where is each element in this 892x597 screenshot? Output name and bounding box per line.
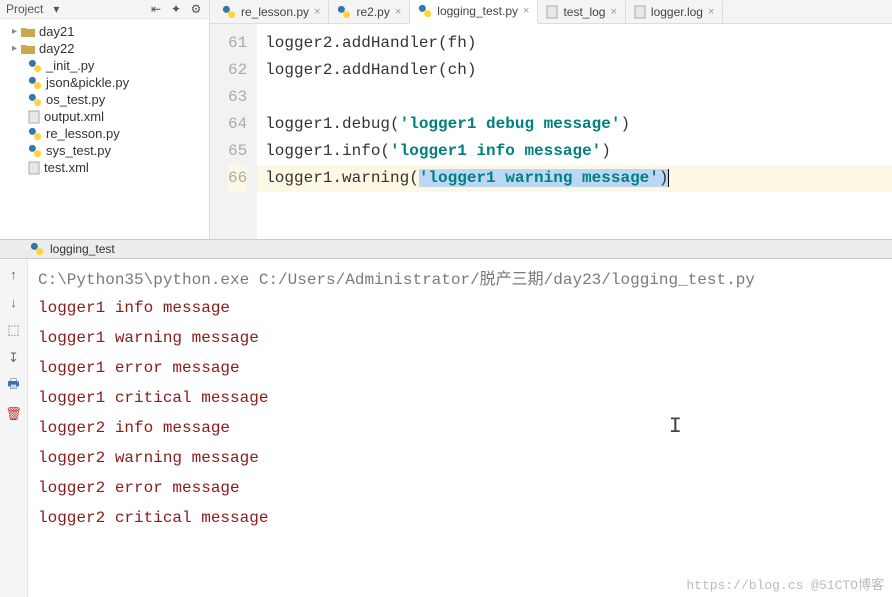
watermark: https://blog.cs @51CTO博客 — [686, 574, 884, 593]
tree-item[interactable]: ▸day21 — [8, 23, 209, 40]
line-number: 64 — [228, 111, 247, 138]
tab-label: re2.py — [356, 5, 389, 19]
code-body[interactable]: logger2.addHandler(fh)logger2.addHandler… — [257, 24, 892, 239]
tree-item[interactable]: sys_test.py — [8, 142, 209, 159]
project-header[interactable]: Project ▾ ⇤ ✦ ⚙ — [0, 0, 209, 19]
tab-label: re_lesson.py — [241, 5, 309, 19]
tree-item[interactable]: _init_.py — [8, 57, 209, 74]
close-icon[interactable]: × — [523, 5, 529, 17]
project-sidebar: Project ▾ ⇤ ✦ ⚙ ▸day21▸day22_init_.pyjso… — [0, 0, 210, 239]
tab-label: logging_test.py — [437, 4, 518, 18]
project-label: Project — [6, 2, 43, 16]
tree-item[interactable]: ▸day22 — [8, 40, 209, 57]
console-line: logger2 warning message — [38, 443, 882, 473]
tree-item[interactable]: re_lesson.py — [8, 125, 209, 142]
tree-item-label: day22 — [39, 41, 74, 56]
tree-item[interactable]: os_test.py — [8, 91, 209, 108]
editor-tab[interactable]: re_lesson.py × — [214, 1, 329, 23]
tree-item-label: _init_.py — [46, 58, 94, 73]
code-line[interactable]: logger2.addHandler(ch) — [257, 57, 892, 84]
tree-item-label: test.xml — [44, 160, 89, 175]
tree-item-label: re_lesson.py — [46, 126, 120, 141]
console-line: logger1 critical message — [38, 383, 882, 413]
python-icon — [30, 242, 44, 256]
line-number: 61 — [228, 30, 247, 57]
tree-item-label: day21 — [39, 24, 74, 39]
console-output[interactable]: C:\Python35\python.exe C:/Users/Administ… — [28, 259, 892, 597]
tree-item[interactable]: output.xml — [8, 108, 209, 125]
run-tab-label: logging_test — [50, 242, 115, 256]
code-line[interactable]: logger1.debug('logger1 debug message') — [257, 111, 892, 138]
tree-item[interactable]: json&pickle.py — [8, 74, 209, 91]
run-tab[interactable]: logging_test — [0, 240, 892, 259]
close-icon[interactable]: × — [314, 6, 320, 18]
text-cursor-icon: I — [669, 414, 682, 439]
trash-icon[interactable]: 🗑 — [5, 405, 23, 423]
tree-item-label: output.xml — [44, 109, 104, 124]
console-line: logger1 warning message — [38, 323, 882, 353]
close-icon[interactable]: × — [395, 6, 401, 18]
editor-tab[interactable]: logging_test.py × — [410, 0, 538, 24]
project-tree: ▸day21▸day22_init_.py json&pickle.py os_te… — [0, 19, 209, 239]
code-line[interactable]: logger1.warning('logger1 warning message… — [257, 165, 892, 192]
gear-icon[interactable]: ⚙ — [189, 2, 203, 16]
tab-label: test_log — [563, 5, 605, 19]
console-panel: ↑ ↓ ⬚ ↧ 🖶 🗑 C:\Python35\python.exe C:/Us… — [0, 259, 892, 597]
line-number: 65 — [228, 138, 247, 165]
code-line[interactable]: logger2.addHandler(fh) — [257, 30, 892, 57]
code-line[interactable] — [257, 84, 892, 111]
collapse-icon[interactable]: ⇤ — [149, 2, 163, 16]
editor-tab[interactable]: logger.log × — [626, 1, 723, 23]
console-line: logger1 error message — [38, 353, 882, 383]
close-icon[interactable]: × — [610, 6, 616, 18]
tab-label: logger.log — [651, 5, 703, 19]
scroll-to-end-icon[interactable]: ↧ — [5, 349, 23, 367]
line-gutter: 616263646566 — [210, 24, 257, 239]
console-line: logger2 error message — [38, 473, 882, 503]
settings-icon[interactable]: ✦ — [169, 2, 183, 16]
console-line: logger1 info message — [38, 293, 882, 323]
editor-area: re_lesson.py×re2.py×logging_test.py×test… — [210, 0, 892, 239]
tree-item[interactable]: test.xml — [8, 159, 209, 176]
close-icon[interactable]: × — [708, 6, 714, 18]
tree-item-label: os_test.py — [46, 92, 105, 107]
tree-item-label: sys_test.py — [46, 143, 111, 158]
line-number: 63 — [228, 84, 247, 111]
down-icon[interactable]: ↓ — [5, 293, 23, 311]
code-editor[interactable]: 616263646566 logger2.addHandler(fh)logge… — [210, 24, 892, 239]
line-number: 62 — [228, 57, 247, 84]
editor-tab[interactable]: re2.py × — [329, 1, 410, 23]
print-icon[interactable]: 🖶 — [5, 377, 23, 395]
dropdown-icon[interactable]: ▾ — [49, 2, 63, 16]
console-lines: logger1 info messagelogger1 warning mess… — [38, 293, 882, 533]
editor-tab[interactable]: test_log × — [538, 1, 625, 23]
toggle-soft-wrap-icon[interactable]: ⬚ — [5, 321, 23, 339]
tree-item-label: json&pickle.py — [46, 75, 129, 90]
line-number: 66 — [228, 165, 247, 192]
code-line[interactable]: logger1.info('logger1 info message') — [257, 138, 892, 165]
console-toolbar: ↑ ↓ ⬚ ↧ 🖶 🗑 — [0, 259, 28, 597]
rerun-icon[interactable]: ↑ — [5, 265, 23, 283]
console-command: C:\Python35\python.exe C:/Users/Administ… — [38, 265, 882, 289]
console-line: logger2 critical message — [38, 503, 882, 533]
console-line: logger2 info message — [38, 413, 882, 443]
editor-tabs: re_lesson.py×re2.py×logging_test.py×test… — [210, 0, 892, 24]
